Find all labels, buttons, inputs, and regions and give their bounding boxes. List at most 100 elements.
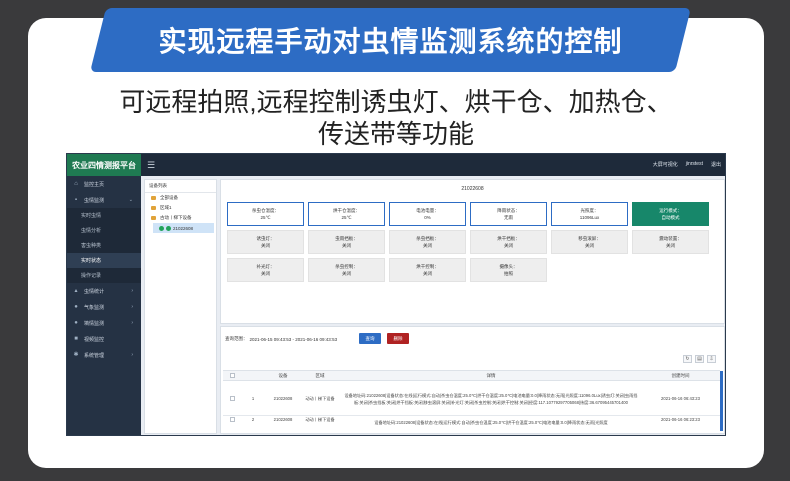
home-icon: ⌂ bbox=[74, 181, 78, 187]
soil-icon: ● bbox=[74, 320, 78, 326]
table-header: 设备 区域 详情 创建时间 bbox=[223, 370, 720, 381]
tree-node-group[interactable]: 古动丨梯下设备 bbox=[145, 213, 216, 223]
col-detail[interactable]: 详情 bbox=[339, 373, 643, 379]
table-row[interactable]: 1 21022608 动动丨梯下设备 设备地址码:21022608|设备状态:在… bbox=[223, 382, 720, 416]
status-value: 关闭 bbox=[342, 271, 351, 276]
status-label: 移虫滚屏： bbox=[578, 236, 601, 241]
device-icon bbox=[166, 225, 171, 231]
table-tools: ↻ ▤ ⇩ bbox=[683, 355, 716, 363]
status-label: 光照度： bbox=[580, 208, 599, 213]
select-all-checkbox[interactable] bbox=[223, 372, 241, 379]
status-value: 无雨 bbox=[504, 215, 513, 220]
sidebar-subitem-realtime-status[interactable]: 实时状态 bbox=[67, 253, 141, 268]
status-box[interactable]: 烘干挡板： 关闭 bbox=[470, 230, 547, 254]
sidebar-item-soil[interactable]: ● 墒情监测 › bbox=[67, 315, 141, 331]
sidebar-item-home[interactable]: ⌂ 监控主页 bbox=[67, 176, 141, 192]
status-label: 烘干挡板： bbox=[497, 236, 520, 241]
row-index: 1 bbox=[251, 396, 255, 401]
row-region: 动动丨梯下设备 bbox=[305, 395, 335, 401]
chevron-right-icon: › bbox=[131, 288, 133, 294]
status-value: 关闭 bbox=[504, 243, 513, 248]
status-value: 关闭 bbox=[342, 243, 351, 248]
dashboard-link[interactable]: 大屏可视化 bbox=[653, 161, 678, 168]
sidebar-item-weather[interactable]: ● 气象监测 › bbox=[67, 299, 141, 315]
delete-button[interactable]: 删除 bbox=[387, 333, 409, 344]
col-region[interactable]: 区域 bbox=[301, 373, 339, 379]
chevron-right-icon: › bbox=[131, 304, 133, 310]
status-box[interactable]: 补光灯： 关闭 bbox=[227, 258, 304, 282]
sidebar-subitem-pest-species[interactable]: 害虫种类 bbox=[67, 238, 141, 253]
device-status-panel: 21022608 杀虫仓温度： 25℃ 烘干仓温度： 25℃ 电池电量： 0% 降雨状态： 无… bbox=[220, 179, 725, 324]
weather-icon: ● bbox=[74, 304, 78, 310]
status-value: 关闭 bbox=[261, 243, 270, 248]
col-created[interactable]: 创建时间 bbox=[643, 373, 718, 379]
status-box[interactable]: 烘干控制： 关闭 bbox=[389, 258, 466, 282]
status-label: 杀虫仓温度： bbox=[252, 208, 279, 213]
app-brand[interactable]: 农业四情测报平台 bbox=[67, 154, 141, 176]
sidebar-item-system[interactable]: ✱ 系统管理 › bbox=[67, 347, 141, 363]
status-label: 烘干控制： bbox=[416, 264, 439, 269]
print-icon[interactable]: ▤ bbox=[695, 355, 704, 363]
status-box[interactable]: 震动装置： 关闭 bbox=[632, 230, 709, 254]
status-value: 关闭 bbox=[423, 243, 432, 248]
status-label: 杀虫挡板： bbox=[416, 236, 439, 241]
sidebar-item-pest-stats[interactable]: ▴ 虫情统计 › bbox=[67, 283, 141, 299]
row-device: 21022608 bbox=[273, 396, 293, 401]
status-value: 关闭 bbox=[261, 271, 270, 276]
status-box[interactable]: 移虫滚屏： 关闭 bbox=[551, 230, 628, 254]
query-range: 查询范围： 2021-06-15 09:43:53 - 2021-06-16 0… bbox=[225, 334, 337, 344]
row-created: 2021-06-16 06:43:23 bbox=[661, 396, 700, 401]
status-box[interactable]: 杀虫挡板： 关闭 bbox=[389, 230, 466, 254]
status-box[interactable]: 诱虫灯： 关闭 bbox=[227, 230, 304, 254]
topbar-links: 大屏可视化 jinrstest 退出 bbox=[653, 161, 721, 168]
row-checkbox[interactable] bbox=[223, 417, 241, 423]
status-value: 关闭 bbox=[423, 271, 432, 276]
sidebar-subitem-pest-analysis[interactable]: 虫情分析 bbox=[67, 223, 141, 238]
status-value: 自动模式 bbox=[661, 215, 680, 220]
col-device[interactable]: 设备 bbox=[265, 373, 301, 379]
query-button[interactable]: 查询 bbox=[359, 333, 381, 344]
row-region: 动动丨梯下设备 bbox=[305, 417, 335, 422]
table-scrollbar[interactable] bbox=[720, 371, 723, 431]
tree-node-region[interactable]: 区域1 bbox=[145, 203, 216, 213]
export-icon[interactable]: ⇩ bbox=[707, 355, 716, 363]
status-box[interactable]: 虫雨挡板： 关闭 bbox=[308, 230, 385, 254]
sidebar-item-video[interactable]: ■ 视频监控 bbox=[67, 331, 141, 347]
tree-node-device[interactable]: 21022608 bbox=[153, 223, 214, 233]
tree-node-all[interactable]: 全部设备 bbox=[145, 193, 216, 203]
status-value: 关闭 bbox=[585, 243, 594, 248]
status-label: 摄像头： bbox=[499, 264, 518, 269]
status-label: 烘干仓温度： bbox=[333, 208, 360, 213]
device-tree: 设备列表 全部设备 区域1 古动丨梯下设备 21022608 bbox=[144, 179, 217, 434]
logout-link[interactable]: 退出 bbox=[711, 161, 721, 168]
settings-icon: ✱ bbox=[73, 352, 79, 358]
status-box: 光照度： 11096Lux bbox=[551, 202, 628, 226]
row-detail: 设备地址码:21022608|设备状态:在线|运行模式:自动|杀虫仓温度:25.… bbox=[374, 420, 608, 425]
status-label: 虫雨挡板： bbox=[335, 236, 358, 241]
status-box: 烘干仓温度： 25℃ bbox=[308, 202, 385, 226]
chevron-right-icon: › bbox=[131, 352, 133, 358]
table-row[interactable]: 2 21022608 动动丨梯下设备 设备地址码:21022608|设备状态:在… bbox=[223, 417, 720, 435]
status-box[interactable]: 杀虫控制： 关闭 bbox=[308, 258, 385, 282]
row-checkbox[interactable] bbox=[223, 395, 241, 402]
status-value: 拍照 bbox=[504, 271, 513, 276]
user-link[interactable]: jinrstest bbox=[686, 161, 703, 168]
sidebar-item-pest-monitor[interactable]: ▪ 虫情监测 ⌄ bbox=[67, 192, 141, 208]
device-id-title: 21022608 bbox=[461, 186, 484, 192]
row-index: 2 bbox=[251, 417, 255, 422]
video-icon: ■ bbox=[74, 336, 78, 342]
menu-toggle-icon[interactable]: ☰ bbox=[147, 160, 155, 171]
sidebar-subitem-operation-log[interactable]: 操作记录 bbox=[67, 268, 141, 283]
status-label: 震动装置： bbox=[659, 236, 682, 241]
refresh-icon[interactable]: ↻ bbox=[683, 355, 692, 363]
bug-icon: ▪ bbox=[74, 197, 78, 203]
device-tree-title: 设备列表 bbox=[145, 180, 216, 193]
folder-icon bbox=[151, 216, 156, 220]
history-panel: 查询范围： 2021-06-15 09:43:53 - 2021-06-16 0… bbox=[220, 326, 725, 435]
online-status-icon bbox=[159, 225, 164, 231]
status-label: 杀虫控制： bbox=[335, 264, 358, 269]
query-range-input[interactable]: 2021-06-15 09:43:53 - 2021-06-16 09:43:5… bbox=[250, 337, 338, 342]
sidebar-subitem-realtime-pest[interactable]: 实时虫情 bbox=[67, 208, 141, 223]
status-box[interactable]: 摄像头： 拍照 bbox=[470, 258, 547, 282]
banner-title: 实现远程手动对虫情监测系统的控制 bbox=[158, 26, 623, 57]
